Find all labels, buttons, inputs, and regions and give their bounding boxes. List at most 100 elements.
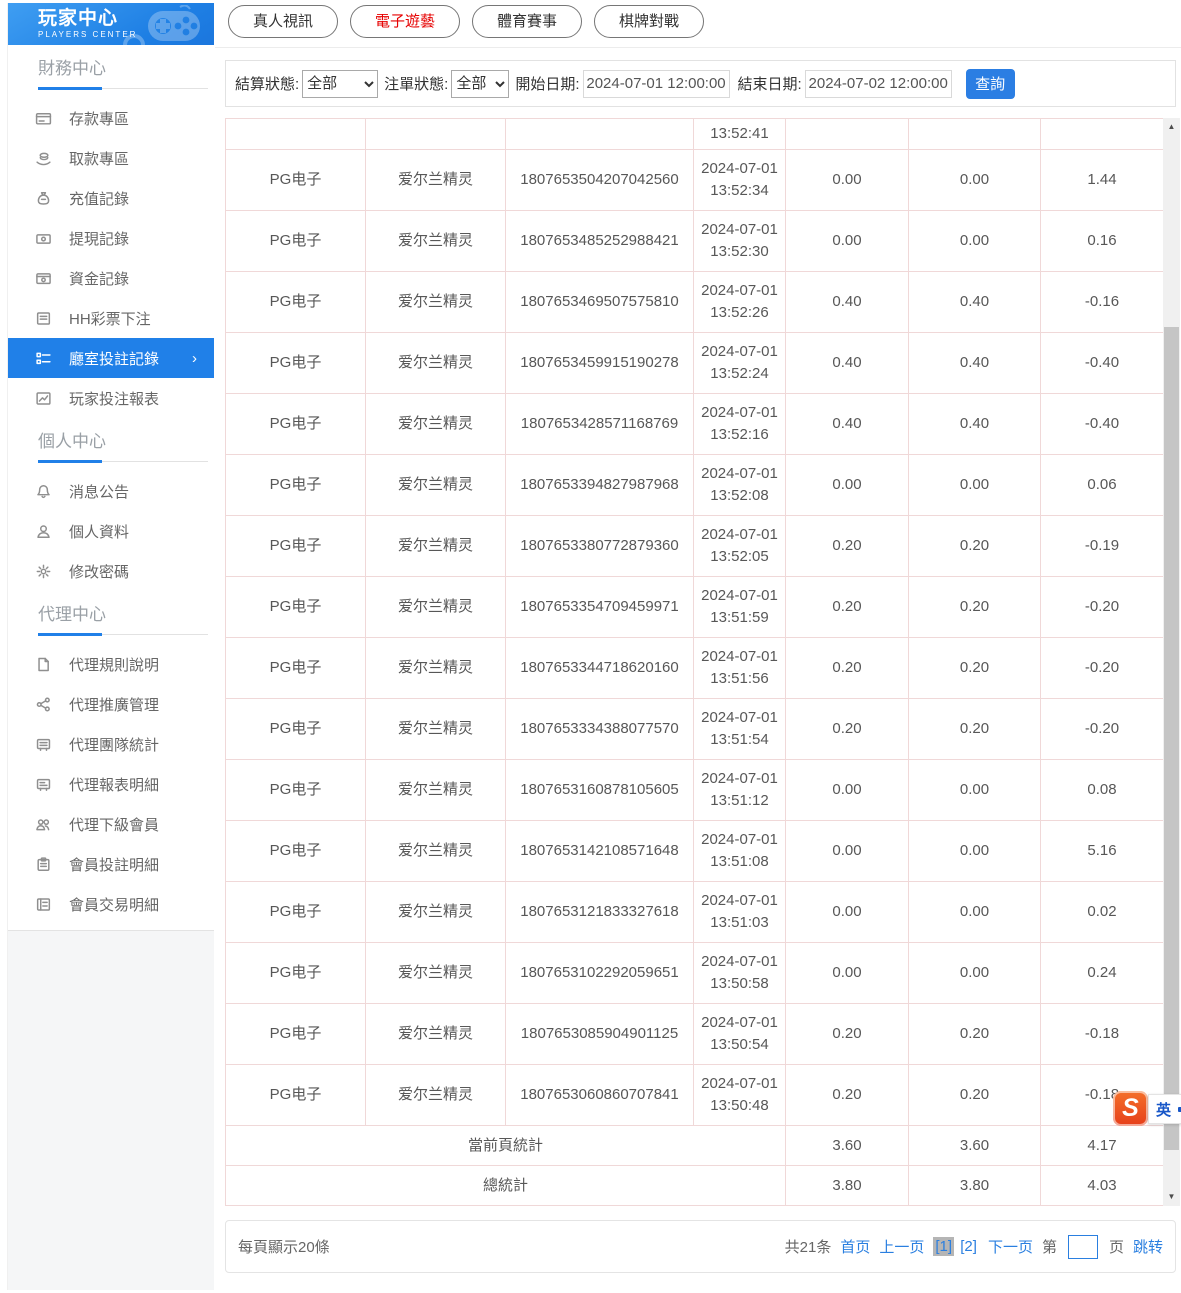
cell-provider: PG电子: [226, 455, 366, 516]
cell-game: 爱尔兰精灵: [366, 1004, 506, 1065]
sidebar-item-person[interactable]: 個人資料: [8, 511, 214, 551]
cell-game: 爱尔兰精灵: [366, 577, 506, 638]
sidebar-item-gear[interactable]: 修改密碼: [8, 551, 214, 591]
jump-page-input[interactable]: [1068, 1235, 1098, 1259]
end-date-label: 結束日期:: [738, 73, 802, 94]
wallet-coin-icon: [35, 230, 52, 247]
cell-order-number: 1807653334388077570: [506, 699, 694, 760]
sidebar-item-list-box[interactable]: 會員交易明細: [8, 884, 214, 924]
cell-game: 爱尔兰精灵: [366, 394, 506, 455]
cell-datetime: 2024-07-0113:52:16: [694, 394, 786, 455]
sidebar-item-withdraw-hand[interactable]: 取款專區: [8, 138, 214, 178]
settle-status-select[interactable]: 全部: [302, 70, 378, 98]
cell-provider: [226, 119, 366, 150]
cell-order-number: 1807653160878105605: [506, 760, 694, 821]
cell-valid-bet: 0.20: [909, 1065, 1041, 1126]
sidebar-item-label: 代理規則說明: [69, 654, 159, 675]
prev-page-link[interactable]: 上一页: [879, 1236, 924, 1257]
sidebar-item-board-stats[interactable]: 代理團隊統計: [8, 724, 214, 764]
cell-provider: PG电子: [226, 943, 366, 1004]
start-date-label: 開始日期:: [515, 73, 579, 94]
scrollbar-up-arrow-icon[interactable]: ▲: [1163, 119, 1180, 135]
sidebar-item-label: 修改密碼: [69, 561, 129, 582]
cell-valid-bet: 0.20: [909, 638, 1041, 699]
cell-game: 爱尔兰精灵: [366, 821, 506, 882]
deposit-card-icon: [35, 110, 52, 127]
bet-records-table-wrap: 13:52:41PG电子爱尔兰精灵18076535042070425602024…: [225, 118, 1181, 1207]
gamepad-icon: [120, 5, 206, 45]
cell-provider: PG电子: [226, 333, 366, 394]
sidebar-item-document[interactable]: 代理規則說明: [8, 644, 214, 684]
section-underline: [38, 87, 208, 90]
table-summary-row: 總統計3.803.804.03: [226, 1166, 1164, 1206]
sidebar-item-deposit-card[interactable]: 存款專區: [8, 98, 214, 138]
cell-bet: [786, 119, 909, 150]
bet-record-list-icon: [35, 350, 52, 367]
ime-language-box[interactable]: 英: [1148, 1094, 1181, 1124]
sogou-ime-icon[interactable]: S: [1113, 1091, 1148, 1126]
sidebar-item-clipboard[interactable]: 會員投註明細: [8, 844, 214, 884]
cell-provider: PG电子: [226, 150, 366, 211]
sidebar-item-funds-record[interactable]: 資金記錄: [8, 258, 214, 298]
cell-provider: PG电子: [226, 821, 366, 882]
sidebar-item-board-report[interactable]: 代理報表明細: [8, 764, 214, 804]
cell-bet-amount: 0.20: [786, 1004, 909, 1065]
table-row: PG电子爱尔兰精灵18076534852529884212024-07-0113…: [226, 211, 1164, 272]
cell-datetime: 2024-07-0113:52:08: [694, 455, 786, 516]
cell-order-number: 1807653469507575810: [506, 272, 694, 333]
pager: 共21条 首页 上一页 [1] [2] 下一页 第 页 跳转: [785, 1235, 1163, 1259]
cell-bet-amount: 0.20: [786, 516, 909, 577]
next-page-link[interactable]: 下一页: [988, 1236, 1033, 1257]
cell-game: 爱尔兰精灵: [366, 638, 506, 699]
start-date-input[interactable]: [583, 70, 730, 98]
sidebar-item-wallet-coin[interactable]: 提現記錄: [8, 218, 214, 258]
order-status-select[interactable]: 全部: [451, 70, 509, 98]
cell-bet-amount: 0.00: [786, 211, 909, 272]
cell-bet-amount: 0.00: [786, 943, 909, 1004]
sidebar-item-bet-record-list[interactable]: 廳室投註記錄›: [8, 338, 214, 378]
cell-provider: PG电子: [226, 211, 366, 272]
cell-valid-bet: 0.00: [909, 455, 1041, 516]
cell-datetime: 13:52:41: [694, 119, 786, 150]
page-link[interactable]: [2]: [958, 1237, 979, 1256]
scrollbar-thumb[interactable]: [1164, 327, 1179, 1150]
order-status-label: 注單狀態:: [384, 73, 448, 94]
sidebar-item-label: 充值記錄: [69, 188, 129, 209]
sidebar-item-moneybag[interactable]: 充值記錄: [8, 178, 214, 218]
jump-link[interactable]: 跳转: [1133, 1236, 1163, 1257]
cell-win-loss: 0.16: [1041, 211, 1164, 272]
sidebar-item-report-chart[interactable]: 玩家投注報表: [8, 378, 214, 418]
sidebar-item-people[interactable]: 代理下級會員: [8, 804, 214, 844]
gear-icon: [35, 563, 52, 580]
first-page-link[interactable]: 首页: [840, 1236, 870, 1257]
summary-bet-amount: 3.60: [786, 1126, 909, 1166]
ime-badge: S 英: [1113, 1091, 1181, 1126]
search-button[interactable]: 查詢: [966, 69, 1015, 99]
cell-datetime: 2024-07-0113:51:12: [694, 760, 786, 821]
tab-電子遊藝[interactable]: 電子遊藝: [350, 5, 460, 38]
cell-provider: PG电子: [226, 1065, 366, 1126]
cell-datetime: 2024-07-0113:52:34: [694, 150, 786, 211]
sidebar-item-share[interactable]: 代理推廣管理: [8, 684, 214, 724]
sidebar-item-label: 玩家投注報表: [69, 388, 159, 409]
pagination-bar: 每頁顯示20條 共21条 首页 上一页 [1] [2] 下一页 第 页 跳转: [225, 1220, 1176, 1273]
page-link-current[interactable]: [1]: [933, 1237, 954, 1256]
tab-真人視訊[interactable]: 真人視訊: [228, 5, 338, 38]
tab-棋牌對戰[interactable]: 棋牌對戰: [594, 5, 704, 38]
page-size-text: 每頁顯示20條: [238, 1236, 330, 1257]
table-row: PG电子爱尔兰精灵18076533447186201602024-07-0113…: [226, 638, 1164, 699]
summary-label: 當前頁統計: [226, 1126, 786, 1166]
table-scrollbar[interactable]: ▲ ▼: [1163, 118, 1180, 1206]
cell-provider: PG电子: [226, 272, 366, 333]
cell-valid-bet: 0.20: [909, 516, 1041, 577]
cell-datetime: 2024-07-0113:51:56: [694, 638, 786, 699]
cell-valid-bet: 0.40: [909, 394, 1041, 455]
cell-win-loss: -0.20: [1041, 577, 1164, 638]
cell-bet-amount: 0.00: [786, 882, 909, 943]
end-date-input[interactable]: [805, 70, 952, 98]
tab-體育賽事[interactable]: 體育賽事: [472, 5, 582, 38]
scrollbar-down-arrow-icon[interactable]: ▼: [1163, 1189, 1180, 1205]
sidebar-item-lottery-doc[interactable]: HH彩票下注: [8, 298, 214, 338]
sidebar-item-bell[interactable]: 消息公告: [8, 471, 214, 511]
cell-game: 爱尔兰精灵: [366, 150, 506, 211]
